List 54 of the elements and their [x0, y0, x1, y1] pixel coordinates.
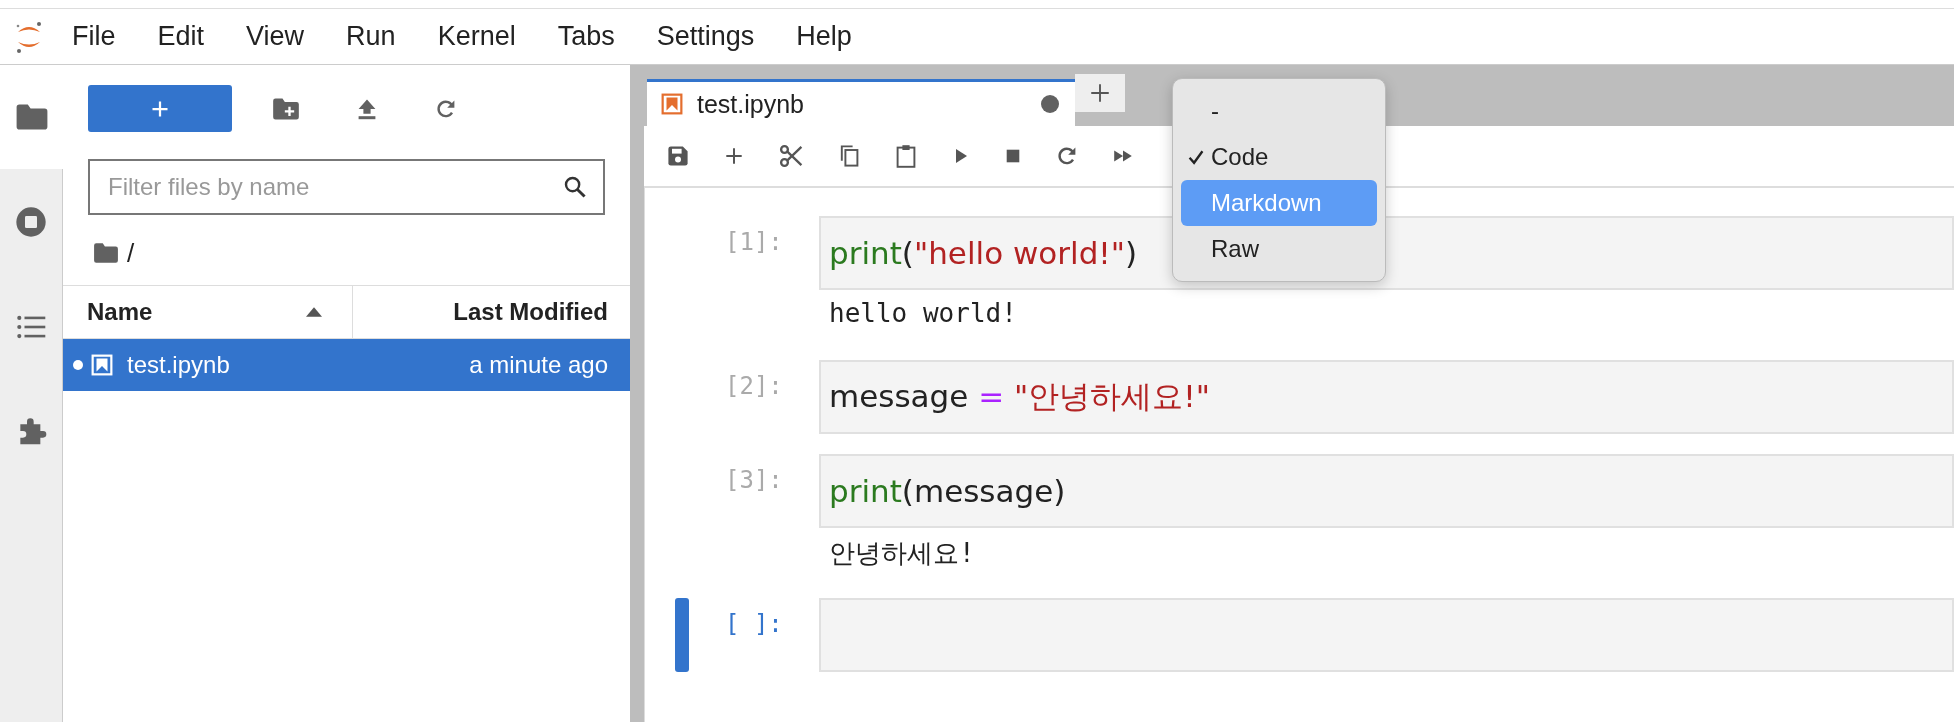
scissors-icon[interactable]: [778, 143, 804, 169]
list-icon[interactable]: [15, 314, 47, 340]
folder-icon[interactable]: [14, 103, 49, 131]
execution-count: [ ]:: [725, 610, 784, 638]
menu-item[interactable]: Edit: [157, 21, 205, 52]
option-label: Raw: [1211, 235, 1259, 263]
stop-icon[interactable]: [1004, 147, 1022, 165]
cell-output: 안녕하세요!: [829, 538, 975, 568]
plus-icon[interactable]: [723, 145, 745, 167]
clipboard-icon[interactable]: [894, 143, 918, 169]
notebook-icon: [91, 354, 113, 376]
plus-icon: [1090, 83, 1110, 103]
tab-label: test.ipynb: [697, 89, 805, 119]
save-icon[interactable]: [666, 144, 690, 168]
filter-field[interactable]: Filter files by name: [88, 159, 605, 215]
menu-item[interactable]: Help: [796, 21, 852, 52]
menu-item[interactable]: Kernel: [437, 21, 516, 52]
new-folder-icon[interactable]: [272, 96, 300, 121]
modified-time: a minute ago: [469, 351, 608, 379]
notebook-icon: [661, 93, 683, 115]
file-name: test.ipynb: [127, 351, 231, 379]
execution-count: [2]:: [725, 372, 784, 400]
option-label: Code: [1211, 143, 1269, 171]
file-row[interactable]: test.ipynb a minute ago: [63, 339, 630, 391]
notebook-tab[interactable]: test.ipynb: [647, 79, 1075, 126]
menu-item[interactable]: Tabs: [557, 21, 615, 52]
menu-option[interactable]: -: [1181, 88, 1377, 134]
column-header[interactable]: Last Modified: [353, 286, 630, 338]
code-line: message = "안녕하세요!": [829, 377, 1210, 416]
code-editor[interactable]: print(message): [819, 454, 1954, 528]
column-label: Name: [87, 298, 153, 326]
menu-option[interactable]: Raw: [1181, 226, 1377, 272]
option-label: -: [1211, 97, 1219, 125]
column-header[interactable]: Name: [63, 286, 353, 338]
column-label: Last Modified: [453, 298, 608, 326]
menu-option[interactable]: Code: [1181, 134, 1377, 180]
logo-icon: [14, 19, 44, 54]
unsaved-dot-icon[interactable]: [1041, 95, 1059, 113]
new-tab-button[interactable]: [1075, 74, 1125, 112]
execution-count: [1]:: [725, 228, 784, 256]
folder-icon[interactable]: [93, 242, 119, 264]
menu-item[interactable]: File: [72, 21, 116, 52]
code-editor[interactable]: message = "안녕하세요!": [819, 360, 1954, 434]
breadcrumb-path[interactable]: /: [127, 237, 135, 269]
option-label: Markdown: [1211, 189, 1322, 217]
execution-count: [3]:: [725, 466, 784, 494]
menu-item[interactable]: Run: [346, 21, 396, 52]
stop-circle-icon[interactable]: [15, 206, 47, 238]
code-line: print("hello world!"): [829, 235, 1138, 271]
cell-output: hello world!: [829, 298, 1017, 328]
code-line: print(message): [829, 473, 1066, 509]
menu-item[interactable]: View: [246, 21, 305, 52]
search-icon: [563, 175, 587, 199]
menu-item[interactable]: Settings: [656, 21, 755, 52]
